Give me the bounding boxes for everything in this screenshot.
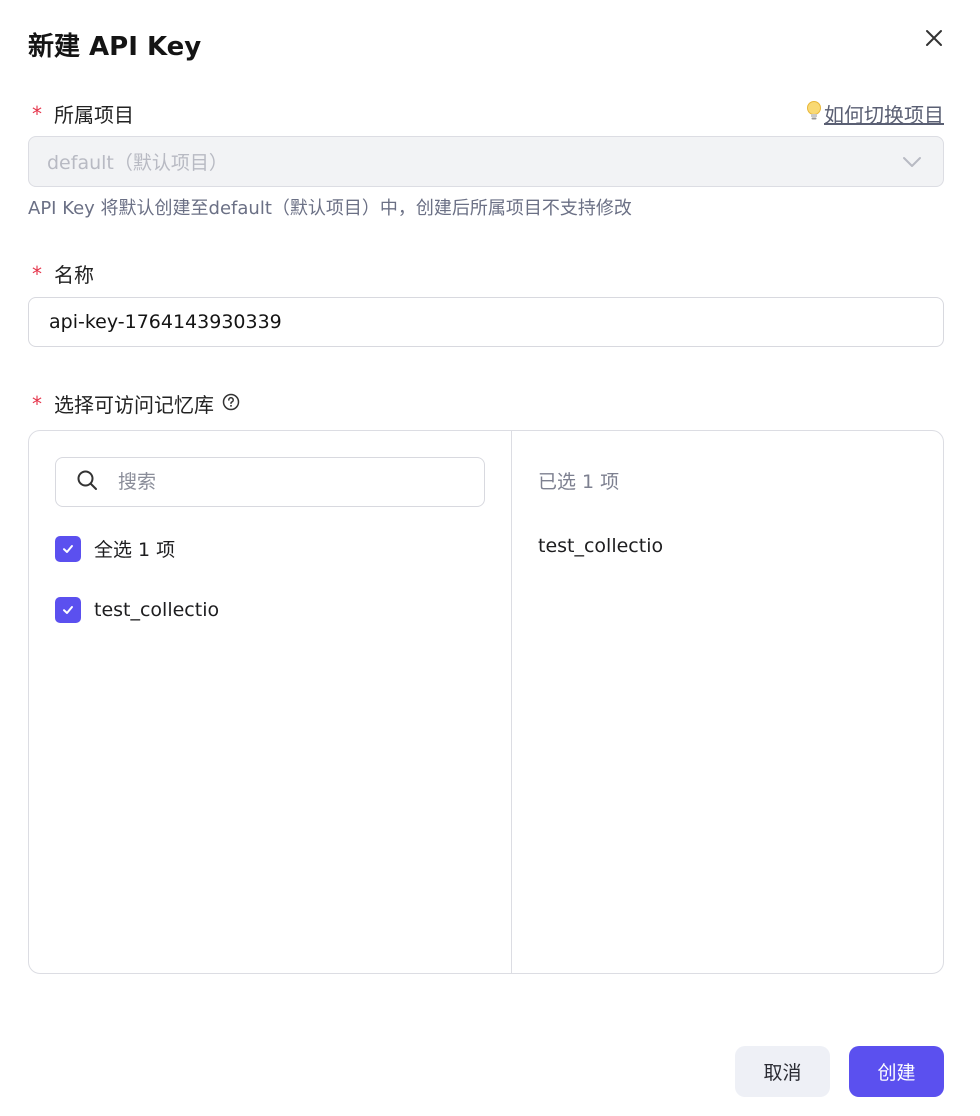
collection-transfer: 全选 1 项 test_collectio 已选 1 项 test_collec… [28,430,944,974]
search-input[interactable] [118,471,458,493]
transfer-target-panel: 已选 1 项 test_collectio [512,431,943,973]
cancel-button[interactable]: 取消 [735,1046,830,1097]
checkmark-icon [63,606,73,614]
required-mark: * [32,391,42,416]
project-hint: API Key 将默认创建至default（默认项目）中，创建后所属项目不支持修… [28,198,632,219]
create-button[interactable]: 创建 [849,1046,944,1097]
search-icon [76,469,98,495]
list-item-label: test_collectio [94,599,220,621]
selected-item: test_collectio [538,535,664,557]
switch-project-help-text: 如何切换项目 [824,103,944,127]
dialog-title: 新建 API Key [28,32,202,62]
search-box[interactable] [55,457,485,507]
checkbox-checked[interactable] [55,535,81,562]
select-all-checkbox-row[interactable]: 全选 1 项 [55,535,175,562]
checkmark-icon [63,544,73,553]
question-circle-icon[interactable] [222,392,240,416]
transfer-source-panel: 全选 1 项 test_collectio [29,431,512,973]
project-select[interactable]: default（默认项目） [28,136,944,187]
name-label-row: * 名称 [32,259,94,288]
close-icon[interactable] [922,26,946,50]
required-mark: * [32,261,42,286]
list-item[interactable]: test_collectio [55,597,219,623]
project-select-value: default（默认项目） [47,152,228,174]
select-all-label: 全选 1 项 [94,539,176,561]
lightbulb-icon [806,100,822,127]
collections-label: 选择可访问记忆库 [54,393,214,417]
required-mark: * [32,101,42,126]
collections-label-row: * 选择可访问记忆库 [32,389,240,418]
project-label-row: * 所属项目 [32,99,134,128]
chevron-down-icon [901,151,923,177]
checkbox-checked[interactable] [55,597,81,623]
switch-project-help-link[interactable]: 如何切换项目 [806,99,944,128]
project-label: 所属项目 [54,103,134,127]
name-input[interactable] [28,297,944,347]
name-label: 名称 [54,263,94,287]
selected-count: 已选 1 项 [538,471,620,493]
